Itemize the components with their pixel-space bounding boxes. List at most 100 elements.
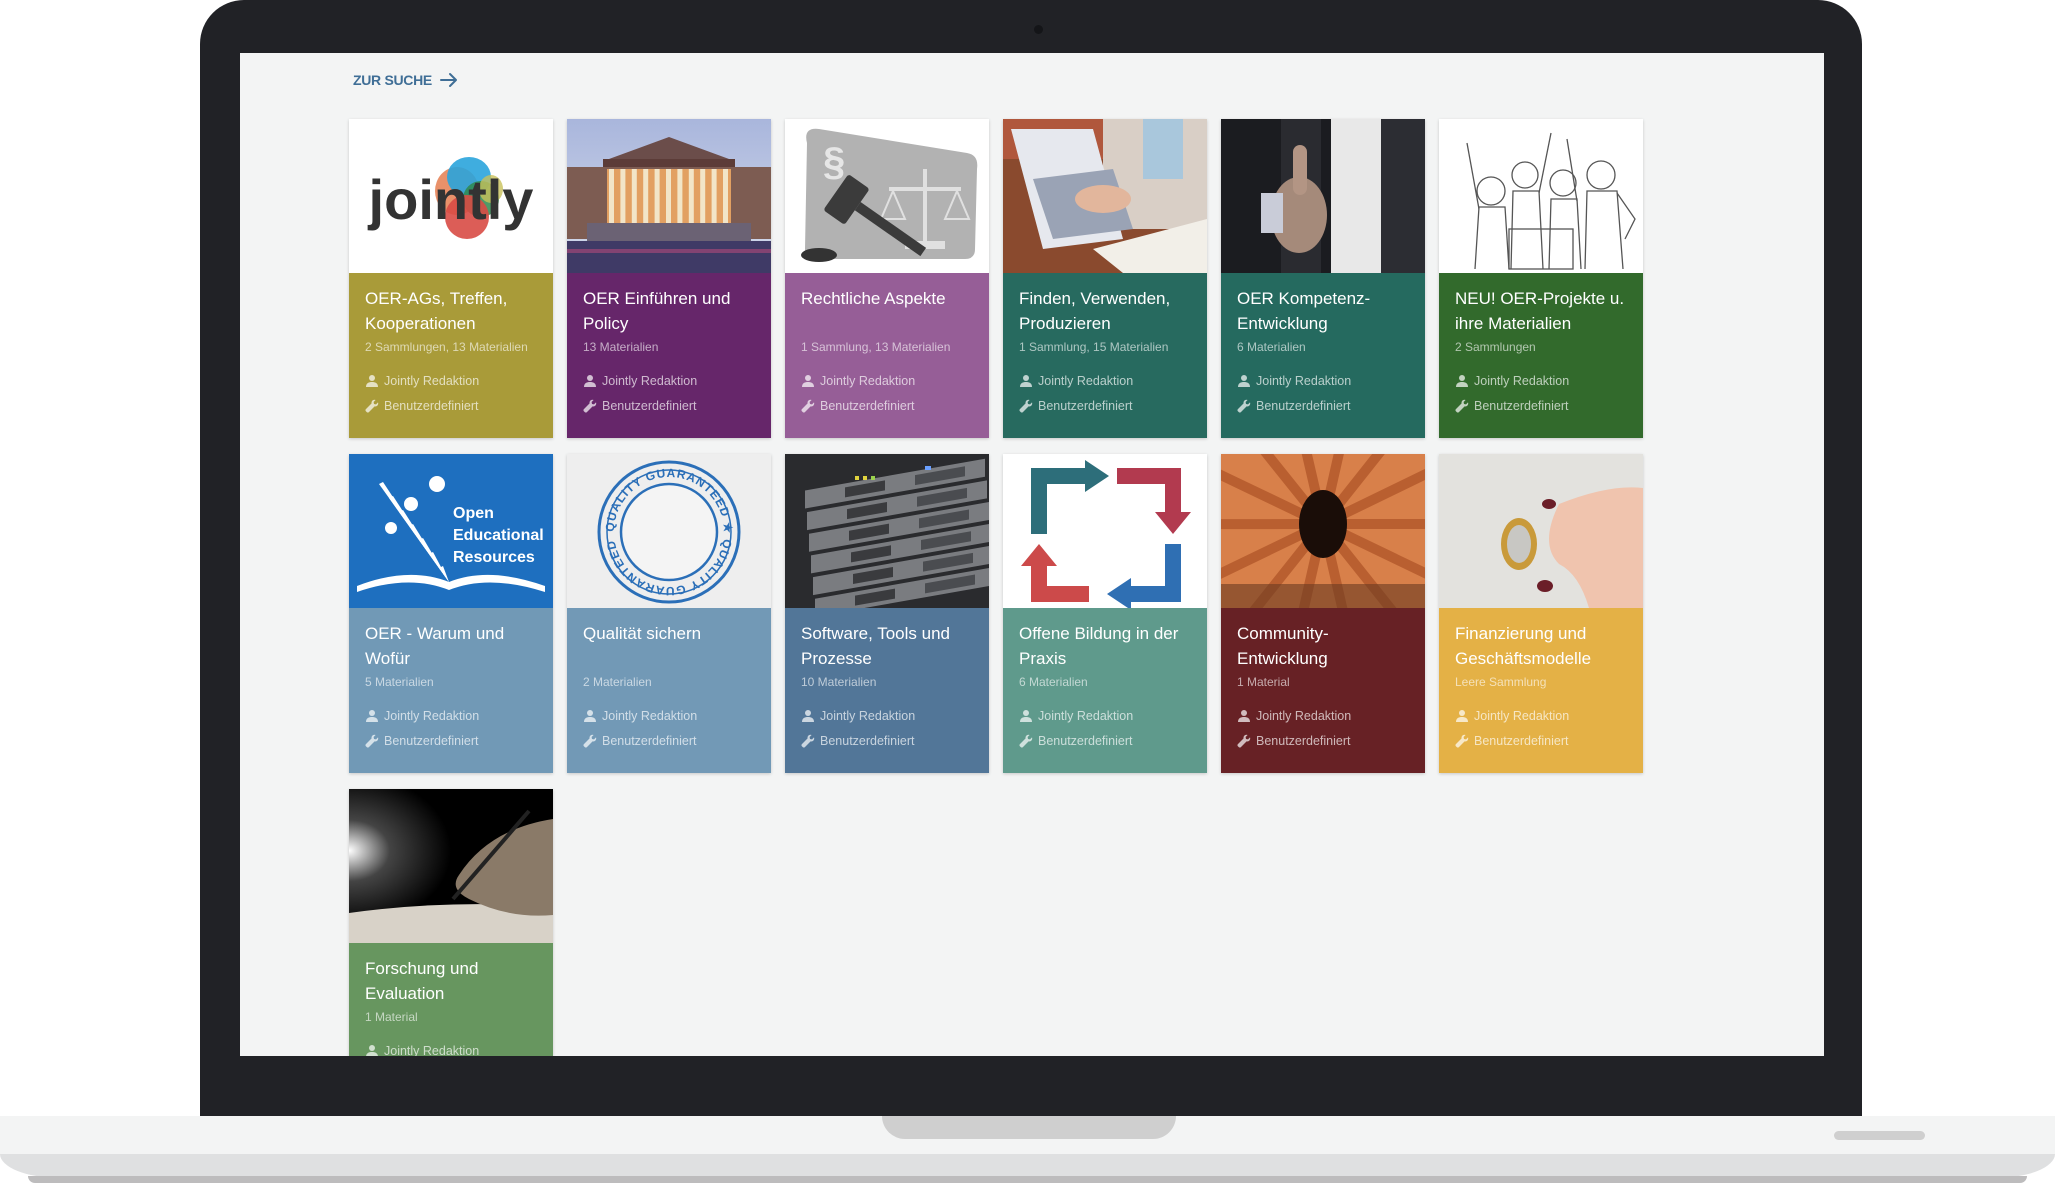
collection-title: OER Kompetenz-Entwicklung (1237, 289, 1371, 333)
svg-text:§: § (823, 140, 845, 184)
collection-card-4[interactable]: Finden, Verwenden, Produzieren 1 Sammlun… (1003, 119, 1207, 438)
parliament-building-image (567, 119, 771, 273)
collection-type: Benutzerdefiniert (801, 393, 973, 418)
collection-card-body: Qualität sichern 2 Materialien Jointly R… (567, 608, 771, 773)
collection-card-body: Forschung und Evaluation 1 Material Join… (349, 943, 553, 1056)
collection-card-body: OER-AGs, Treffen, Kooperationen 2 Sammlu… (349, 273, 553, 438)
collection-card-body: OER Kompetenz-Entwicklung 6 Materialien … (1221, 273, 1425, 438)
collection-type: Benutzerdefiniert (1019, 393, 1191, 418)
collection-card-3[interactable]: § Rechtliche Aspekte 1 Sammlung, 13 Mate… (785, 119, 989, 438)
user-icon (1238, 374, 1250, 387)
thumbs-up-thumbnail (1221, 119, 1425, 273)
collection-type-label: Benutzerdefiniert (384, 398, 479, 413)
user-icon (584, 709, 596, 722)
arrow-right-icon (439, 73, 457, 87)
collection-card-6[interactable]: NEU! OER-Projekte u. ihre Materialien 2 … (1439, 119, 1643, 438)
wrench-icon (365, 734, 379, 748)
collection-type-label: Benutzerdefiniert (602, 398, 697, 413)
wrench-icon (1019, 734, 1033, 748)
collection-author-name: Jointly Redaktion (1038, 708, 1134, 723)
collection-author: Jointly Redaktion (583, 368, 755, 393)
back-to-search-link[interactable]: ZUR SUCHE (353, 72, 458, 88)
collection-author-name: Jointly Redaktion (1256, 708, 1352, 723)
user-icon (802, 709, 814, 722)
wrench-icon (1455, 734, 1469, 748)
jointly-logo-thumbnail: jointly (349, 119, 553, 273)
collection-meta: Jointly Redaktion Benutzerdefiniert (1237, 703, 1409, 753)
collection-type-label: Benutzerdefiniert (1038, 733, 1133, 748)
wrench-icon (583, 734, 597, 748)
collection-card-7[interactable]: Open Educational Resources OER - Warum u… (349, 454, 553, 773)
collection-meta: Jointly Redaktion Benutzerdefiniert (1237, 368, 1409, 418)
collection-count: 1 Material (1237, 675, 1290, 689)
cheering-people-sketch-thumbnail (1439, 119, 1643, 273)
collection-type-label: Benutzerdefiniert (820, 398, 915, 413)
wrench-icon (583, 399, 597, 413)
collection-author-name: Jointly Redaktion (384, 708, 480, 723)
collection-card-5[interactable]: OER Kompetenz-Entwicklung 6 Materialien … (1221, 119, 1425, 438)
collection-card-12[interactable]: Finanzierung und Geschäftsmodelle Leere … (1439, 454, 1643, 773)
wrench-icon (801, 399, 815, 413)
collection-count: 2 Materialien (583, 675, 652, 689)
collection-author: Jointly Redaktion (365, 1038, 537, 1056)
collection-title: OER - Warum und Wofür (365, 624, 505, 668)
collection-card-9[interactable]: Software, Tools und Prozesse 10 Material… (785, 454, 989, 773)
collection-type: Benutzerdefiniert (1237, 393, 1409, 418)
collection-card-10[interactable]: Offene Bildung in der Praxis 6 Materiali… (1003, 454, 1207, 773)
hand-writing-image (349, 789, 553, 943)
back-to-search-label: ZUR SUCHE (353, 72, 432, 88)
collection-meta: Jointly Redaktion Benutzerdefiniert (1019, 368, 1191, 418)
collection-card-11[interactable]: Community-Entwicklung 1 Material Jointly… (1221, 454, 1425, 773)
user-icon (366, 374, 378, 387)
collection-author: Jointly Redaktion (1455, 703, 1627, 728)
collection-type: Benutzerdefiniert (801, 728, 973, 753)
collection-title: Finden, Verwenden, Produzieren (1019, 289, 1171, 333)
cycle-arrows-image (1003, 454, 1207, 608)
collection-card-body: OER - Warum und Wofür 5 Materialien Join… (349, 608, 553, 773)
collection-card-2[interactable]: OER Einführen und Policy 13 Materialien … (567, 119, 771, 438)
wrench-icon (365, 399, 379, 413)
quality-guaranteed-stamp-thumbnail: QUALITY GUARANTEED ★ QUALITY GUARANTEED … (567, 454, 771, 608)
collection-grid: jointly OER-AGs, Treffen, Kooperationen … (349, 119, 1643, 1056)
collection-type: Benutzerdefiniert (583, 728, 755, 753)
collection-author: Jointly Redaktion (365, 703, 537, 728)
collection-author: Jointly Redaktion (1237, 368, 1409, 393)
collection-author-name: Jointly Redaktion (602, 708, 698, 723)
collection-count: Leere Sammlung (1455, 675, 1547, 689)
user-icon (1456, 374, 1468, 387)
collection-type-label: Benutzerdefiniert (384, 733, 479, 748)
user-icon (584, 374, 596, 387)
parliament-building-thumbnail (567, 119, 771, 273)
collection-meta: Jointly Redaktion Benutzerdefiniert (365, 703, 537, 753)
collection-card-13[interactable]: Forschung und Evaluation 1 Material Join… (349, 789, 553, 1056)
collection-title: Software, Tools und Prozesse (801, 624, 950, 668)
svg-text:jointly: jointly (368, 168, 534, 231)
reaching-hands-thumbnail (1221, 454, 1425, 608)
collection-author-name: Jointly Redaktion (1256, 373, 1352, 388)
collection-meta: Jointly Redaktion Benutzerdefiniert (583, 368, 755, 418)
user-icon (802, 374, 814, 387)
collection-count: 2 Sammlungen (1455, 340, 1536, 354)
collection-type-label: Benutzerdefiniert (1038, 398, 1133, 413)
collection-type-label: Benutzerdefiniert (1474, 733, 1569, 748)
collection-count: 2 Sammlungen, 13 Materialien (365, 340, 528, 354)
hand-holding-coin-thumbnail (1439, 454, 1643, 608)
laptop-base-indicator (1834, 1131, 1925, 1140)
collection-author-name: Jointly Redaktion (384, 1043, 480, 1057)
cheering-people-sketch-image (1439, 119, 1643, 273)
collection-card-1[interactable]: jointly OER-AGs, Treffen, Kooperationen … (349, 119, 553, 438)
jointly-logo-image: jointly (349, 119, 553, 273)
collection-card-8[interactable]: QUALITY GUARANTEED ★ QUALITY GUARANTEED … (567, 454, 771, 773)
oer-logo-thumbnail: Open Educational Resources (349, 454, 553, 608)
collection-title: OER-AGs, Treffen, Kooperationen (365, 289, 508, 333)
wrench-icon (801, 734, 815, 748)
collection-type-label: Benutzerdefiniert (1256, 398, 1351, 413)
collection-meta: Jointly Redaktion Benutzerdefiniert (1455, 703, 1627, 753)
svg-text:Open: Open (453, 505, 494, 522)
collection-type-label: Benutzerdefiniert (1474, 398, 1569, 413)
collection-author: Jointly Redaktion (1019, 368, 1191, 393)
collection-meta: Jointly Redaktion Benutzerdefiniert (365, 368, 537, 418)
collection-title: OER Einführen und Policy (583, 289, 731, 333)
collection-meta: Jointly Redaktion Benutzerdefiniert (1455, 368, 1627, 418)
collection-author-name: Jointly Redaktion (1474, 373, 1570, 388)
